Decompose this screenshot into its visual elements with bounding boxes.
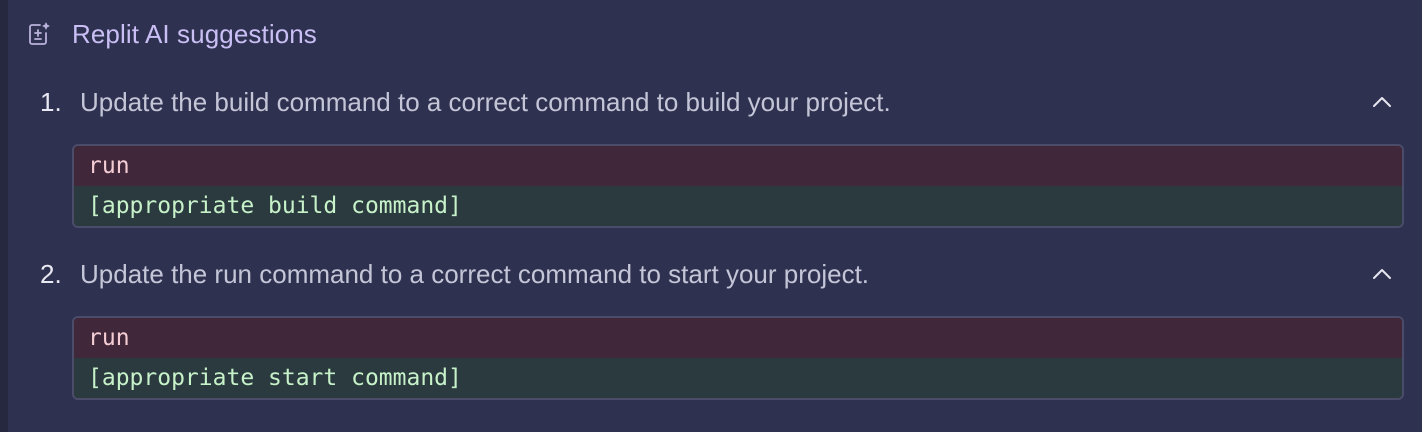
chevron-up-icon[interactable] — [1362, 254, 1402, 294]
code-diff: run [appropriate build command] — [72, 144, 1404, 228]
diff-added-line: [appropriate build command] — [74, 186, 1402, 226]
window-edge — [0, 0, 8, 432]
suggestion-header[interactable]: 2. Update the run command to a correct c… — [40, 254, 1402, 294]
suggestion-item: 2. Update the run command to a correct c… — [40, 254, 1404, 400]
suggestion-header[interactable]: 1. Update the build command to a correct… — [40, 82, 1402, 122]
chevron-up-icon[interactable] — [1362, 82, 1402, 122]
diff-removed-line: run — [74, 318, 1402, 358]
suggestion-item: 1. Update the build command to a correct… — [40, 82, 1404, 228]
suggestion-text: Update the build command to a correct co… — [80, 86, 891, 117]
suggestion-number: 1. — [40, 86, 62, 117]
code-diff: run [appropriate start command] — [72, 316, 1404, 400]
diff-added-line: [appropriate start command] — [74, 358, 1402, 398]
suggestion-text: Update the run command to a correct comm… — [80, 258, 870, 289]
suggestion-number: 2. — [40, 258, 62, 289]
ai-suggestions-panel: Replit AI suggestions 1. Update the buil… — [8, 0, 1422, 432]
panel-title: Replit AI suggestions — [72, 18, 317, 49]
panel-header: Replit AI suggestions — [26, 16, 317, 52]
ai-suggestion-icon — [26, 21, 52, 47]
diff-removed-line: run — [74, 146, 1402, 186]
